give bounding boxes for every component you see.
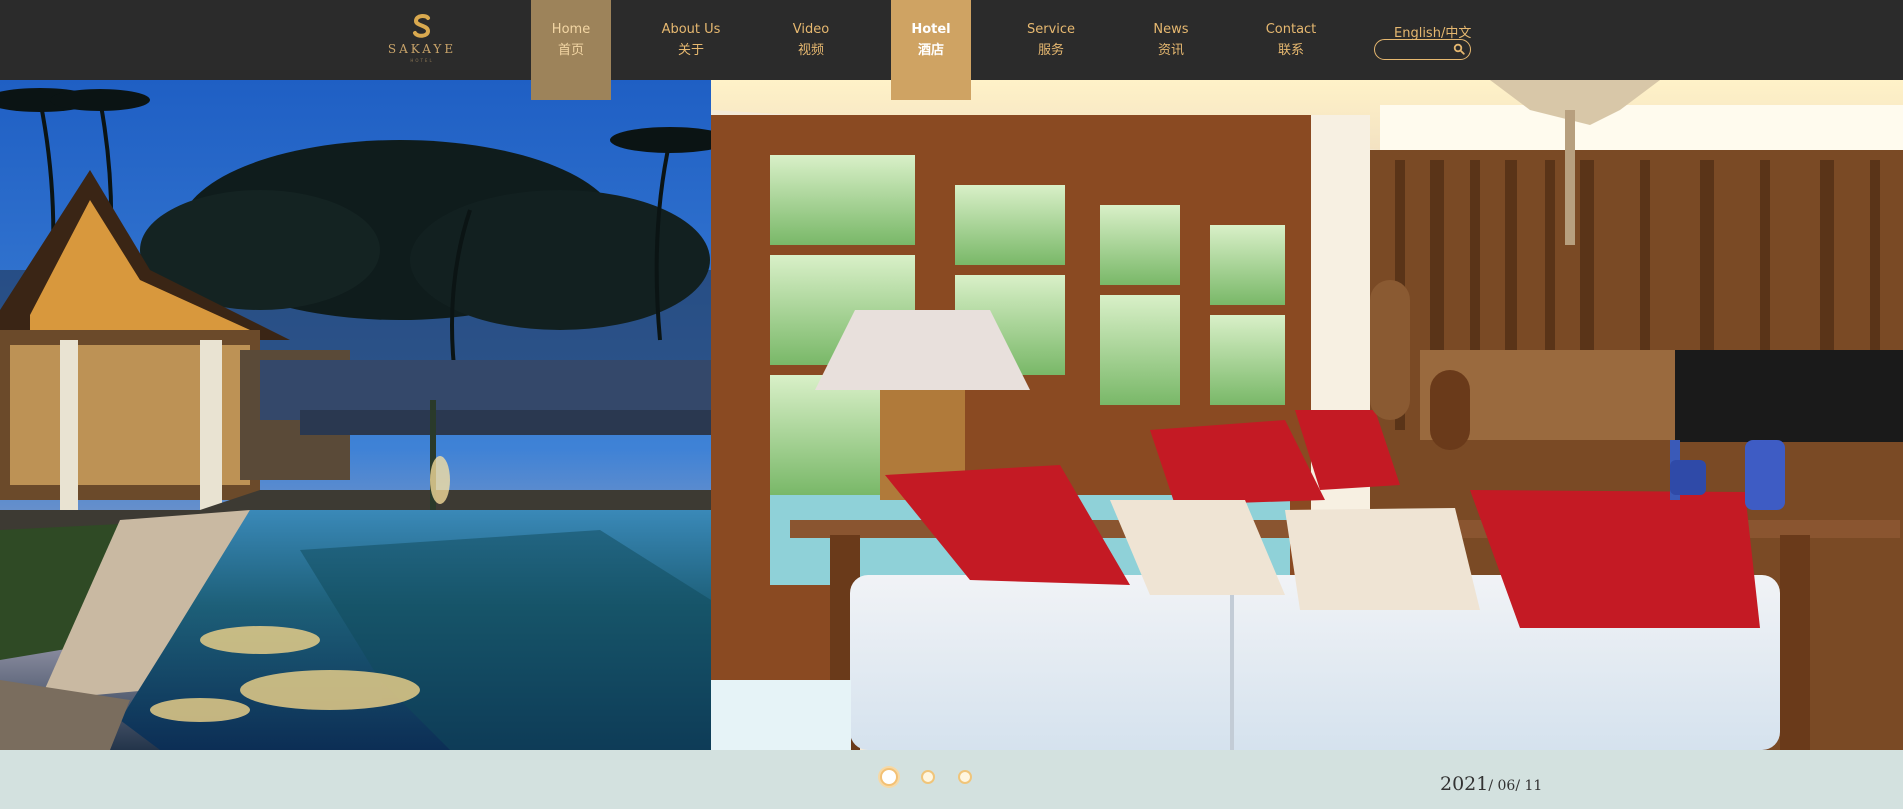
slider-dot-1[interactable] [880,768,898,786]
date-month-day: / 06/ 11 [1488,778,1543,794]
nav-contact[interactable]: Contact 联系 [1251,0,1331,80]
nav-news-label-en: News [1153,22,1189,37]
nav-service-label-en: Service [1026,22,1076,37]
nav-about[interactable]: About Us 关于 [651,0,731,80]
nav-hotel-label-en: Hotel [911,22,951,37]
date-display: 2021/ 06/ 11 [1440,773,1542,795]
hero-slide-image [0,80,1903,750]
nav-home[interactable]: Home 首页 [531,0,611,100]
nav-about-label-cn: 关于 [677,43,704,58]
nav-home-label-cn: 首页 [557,43,584,58]
search-icon[interactable] [1453,43,1465,55]
slider-dot-3[interactable] [958,770,972,784]
top-navigation-bar: SAKAYE HOTEL Home 首页 About Us 关于 Video 视… [0,0,1903,100]
nav-contact-label-en: Contact [1265,22,1317,37]
nav-home-label-en: Home [551,22,591,37]
search-input[interactable] [1383,42,1451,56]
slider-footer: 2021/ 06/ 11 [0,750,1903,809]
nav-video[interactable]: Video 视频 [771,0,851,80]
nav-service[interactable]: Service 服务 [1011,0,1091,80]
nav-video-label-cn: 视频 [797,43,824,58]
brand-s-logo-icon [413,14,431,38]
nav-about-label-en: About Us [661,22,721,37]
brand-subtitle: HOTEL [410,58,434,63]
hero-slider[interactable] [0,80,1903,750]
date-year: 2021 [1440,773,1489,795]
slider-dot-2[interactable] [921,770,935,784]
nav-news-label-cn: 资讯 [1157,43,1184,58]
search-box [1374,39,1471,60]
nav-service-label-cn: 服务 [1037,43,1064,58]
nav-contact-label-cn: 联系 [1277,43,1304,58]
nav-hotel[interactable]: Hotel 酒店 [891,0,971,100]
brand-name: SAKAYE [387,42,457,56]
brand-logo[interactable]: SAKAYE HOTEL [385,12,459,68]
nav-video-label-en: Video [792,22,830,37]
nav-news[interactable]: News 资讯 [1131,0,1211,80]
nav-hotel-label-cn: 酒店 [917,43,944,58]
